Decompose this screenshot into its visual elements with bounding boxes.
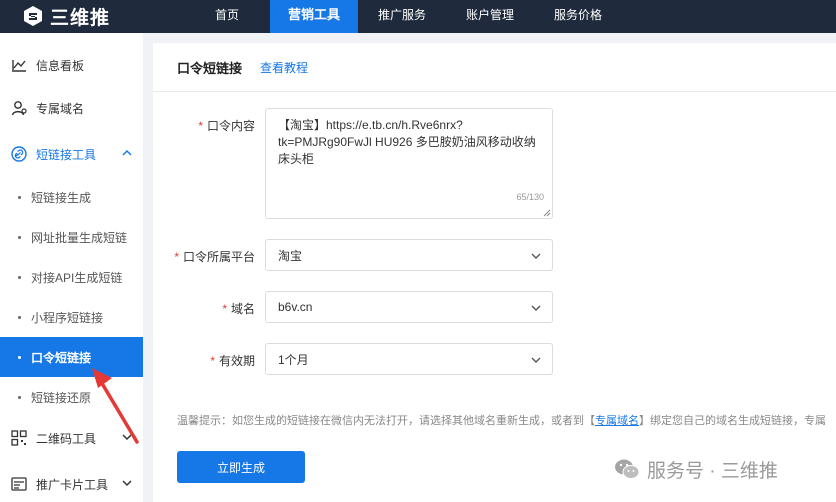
generate-button[interactable]: 立即生成 (177, 451, 305, 483)
chevron-down-icon (531, 253, 541, 259)
platform-select[interactable]: 淘宝 (265, 239, 553, 271)
validity-label: * 有效期 (210, 352, 255, 369)
domain-label: * 域名 (222, 300, 255, 317)
sidebar-item-label: 短链接工具 (36, 147, 97, 162)
sidebar-group-qrcode[interactable]: 二维码工具 (0, 418, 143, 458)
chevron-down-icon (531, 357, 541, 363)
warm-tip: 温馨提示：如您生成的短链接在微信内无法打开，请选择其他域名重新生成，或者到【专属… (177, 412, 836, 428)
platform-select-value: 淘宝 (278, 248, 303, 263)
sidebar-subitem-shortlink-restore[interactable]: 短链接还原 (0, 377, 143, 417)
link-icon (11, 146, 27, 162)
password-content-value: 【淘宝】https://e.tb.cn/h.Rve6nrx?tk=PMJRg90… (278, 118, 536, 166)
sidebar-group-card[interactable]: 推广卡片工具 (0, 464, 143, 502)
content-label: * 口令内容 (198, 117, 255, 134)
sidebar-item-dashboard[interactable]: 信息看板 (0, 45, 143, 85)
main-panel: 口令短链接 查看教程 * 口令内容 【淘宝】https://e.tb.cn/h.R… (153, 43, 836, 502)
brand-logo[interactable]: 三维推 (22, 4, 111, 29)
validity-select[interactable]: 1个月 (265, 343, 553, 375)
sidebar-subitem-miniprogram-link[interactable]: 小程序短链接 (0, 297, 143, 337)
required-mark: * (222, 302, 227, 316)
chart-icon (12, 60, 26, 72)
nav-promotion-service[interactable]: 推广服务 (358, 0, 446, 33)
sidebar-subitem-api-generate[interactable]: 对接API生成短链 (0, 257, 143, 297)
nav-account-management[interactable]: 账户管理 (446, 0, 534, 33)
chevron-down-icon (122, 434, 132, 441)
watermark-text: 服务号 · 三维推 (647, 460, 778, 482)
sidebar-item-label: 小程序短链接 (31, 310, 104, 325)
chevron-up-icon (122, 149, 132, 156)
content-label-text: 口令内容 (206, 119, 255, 133)
resize-handle-icon[interactable] (543, 209, 551, 217)
sidebar-item-label: 推广卡片工具 (36, 477, 109, 492)
sidebar-item-label: 对接API生成短链 (31, 270, 123, 285)
user-icon (11, 101, 27, 116)
bullet-icon (18, 195, 21, 199)
sidebar-item-label: 口令短链接 (31, 350, 92, 365)
char-counter: 65/130 (516, 192, 544, 202)
card-icon (11, 477, 27, 491)
tip-suffix: 】绑定您自己的域名生成短链接，专属 (639, 415, 826, 427)
nav-pricing[interactable]: 服务价格 (534, 0, 622, 33)
sidebar-item-label: 短链接还原 (31, 390, 92, 405)
sidebar-subitem-password-link[interactable]: 口令短链接 (0, 337, 143, 377)
brand-name: 三维推 (50, 7, 111, 29)
tip-domain-link[interactable]: 专属域名 (595, 415, 639, 427)
bullet-icon (18, 235, 21, 239)
nav-home[interactable]: 首页 (184, 0, 270, 33)
validity-select-value: 1个月 (278, 352, 309, 367)
sidebar-item-label: 信息看板 (36, 58, 85, 73)
watermark: 服务号 · 三维推 (613, 455, 778, 483)
page-title: 口令短链接 (177, 60, 243, 76)
validity-label-text: 有效期 (218, 354, 255, 368)
sidebar-item-label: 专属域名 (36, 101, 85, 116)
bullet-icon (18, 315, 21, 319)
bullet-icon (18, 355, 21, 359)
required-mark: * (174, 250, 179, 264)
nav-marketing-tools[interactable]: 营销工具 (270, 0, 358, 33)
chevron-down-icon (531, 305, 541, 311)
wechat-icon (615, 459, 640, 479)
domain-select-value: b6v.cn (278, 300, 313, 314)
logo-mark-icon (24, 6, 42, 26)
sidebar-item-label: 二维码工具 (36, 431, 97, 446)
tip-prefix: 温馨提示：如您生成的短链接在微信内无法打开，请选择其他域名重新生成，或者到【 (177, 415, 595, 427)
platform-label-text: 口令所属平台 (182, 250, 255, 264)
domain-label-text: 域名 (230, 302, 255, 316)
sidebar-item-domain[interactable]: 专属域名 (0, 88, 143, 128)
sidebar-group-shortlink[interactable]: 短链接工具 (0, 134, 143, 174)
domain-select[interactable]: b6v.cn (265, 291, 553, 323)
password-content-textarea[interactable]: 【淘宝】https://e.tb.cn/h.Rve6nrx?tk=PMJRg90… (265, 108, 553, 219)
platform-label: * 口令所属平台 (174, 248, 255, 265)
chevron-down-icon (122, 480, 132, 487)
sidebar-item-label: 网址批量生成短链 (31, 230, 128, 245)
main-nav: 首页 营销工具 推广服务 账户管理 服务价格 (184, 0, 622, 33)
tutorial-link[interactable]: 查看教程 (260, 59, 308, 76)
bullet-icon (18, 275, 21, 279)
bullet-icon (18, 395, 21, 399)
qrcode-icon (11, 430, 27, 446)
required-mark: * (198, 119, 203, 133)
sidebar-subitem-batch-generate[interactable]: 网址批量生成短链 (0, 217, 143, 257)
required-mark: * (210, 354, 215, 368)
page-header: 口令短链接 查看教程 (153, 43, 836, 92)
sidebar-item-label: 短链接生成 (31, 190, 92, 205)
top-bar: 三维推 首页 营销工具 推广服务 账户管理 服务价格 (0, 0, 836, 33)
sidebar-subitem-shortlink-generate[interactable]: 短链接生成 (0, 177, 143, 217)
sidebar: 信息看板 专属域名 短链接工具 短链接生成 网址批量生成短链 对接API生成短链… (0, 33, 143, 502)
